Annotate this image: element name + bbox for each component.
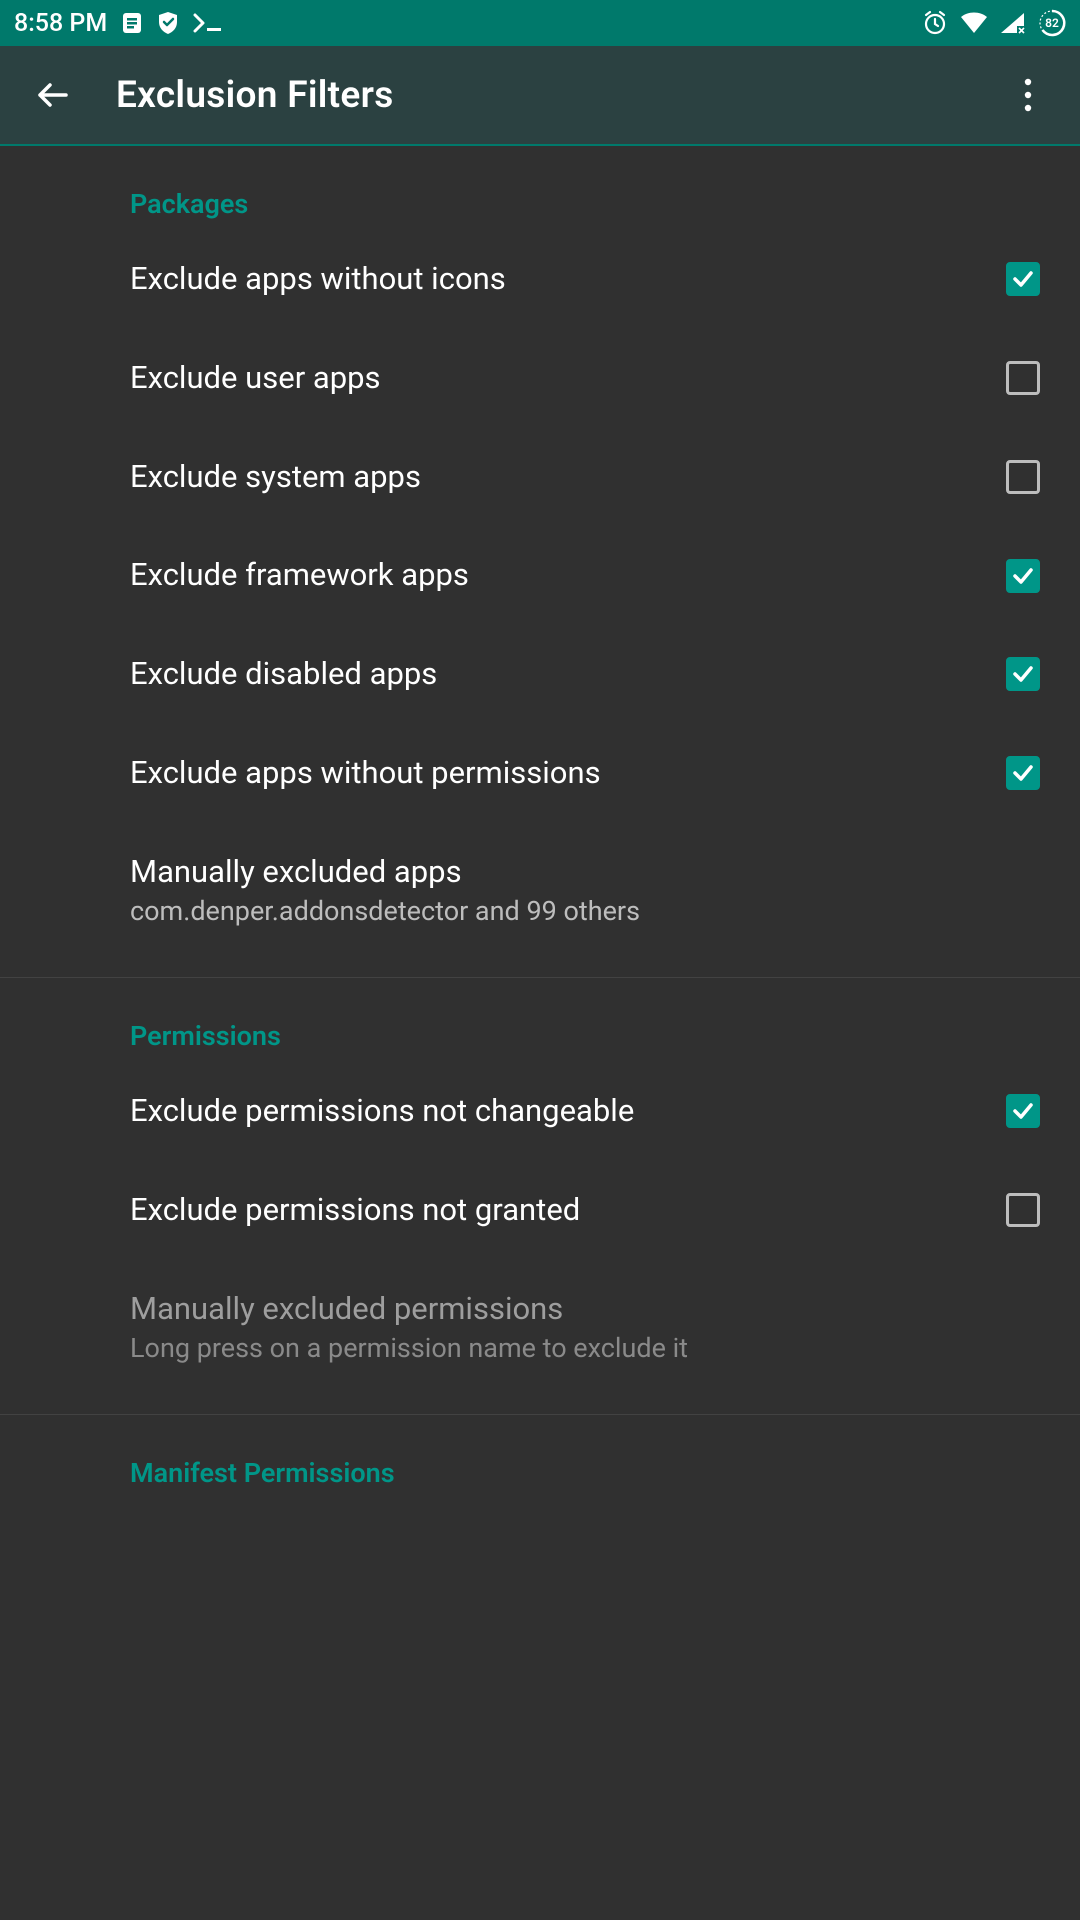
checkbox[interactable] bbox=[1006, 262, 1040, 296]
more-vert-icon bbox=[1024, 78, 1032, 112]
row-exclude-permissions-not-granted[interactable]: Exclude permissions not granted bbox=[0, 1161, 1080, 1260]
setting-label: Exclude apps without permissions bbox=[130, 754, 982, 793]
row-manually-excluded-apps[interactable]: Manually excluded apps com.denper.addons… bbox=[0, 823, 1080, 960]
row-exclude-apps-without-permissions[interactable]: Exclude apps without permissions bbox=[0, 724, 1080, 823]
overflow-menu-button[interactable] bbox=[992, 59, 1064, 131]
row-exclude-user-apps[interactable]: Exclude user apps bbox=[0, 329, 1080, 428]
section-header-permissions: Permissions bbox=[0, 978, 1080, 1062]
battery-indicator: 82 bbox=[1038, 9, 1066, 37]
notification-doc-icon bbox=[121, 11, 143, 35]
checkbox[interactable] bbox=[1006, 1094, 1040, 1128]
bottom-fade bbox=[0, 1840, 1080, 1920]
status-bar: 8:58 PM 82 bbox=[0, 0, 1080, 46]
row-exclude-apps-without-icons[interactable]: Exclude apps without icons bbox=[0, 230, 1080, 329]
settings-list: Packages Exclude apps without icons Excl… bbox=[0, 146, 1080, 1499]
setting-summary: Long press on a permission name to exclu… bbox=[130, 1332, 1016, 1366]
setting-label: Exclude permissions not changeable bbox=[130, 1092, 982, 1131]
setting-label: Exclude user apps bbox=[130, 359, 982, 398]
checkbox[interactable] bbox=[1006, 559, 1040, 593]
app-bar: Exclusion Filters bbox=[0, 46, 1080, 146]
battery-percent-text: 82 bbox=[1038, 9, 1066, 37]
notification-terminal-icon bbox=[193, 12, 223, 34]
alarm-icon bbox=[922, 10, 948, 36]
setting-label: Manually excluded apps bbox=[130, 853, 1016, 892]
checkbox[interactable] bbox=[1006, 657, 1040, 691]
row-exclude-system-apps[interactable]: Exclude system apps bbox=[0, 428, 1080, 527]
arrow-left-icon bbox=[32, 75, 72, 115]
checkbox[interactable] bbox=[1006, 756, 1040, 790]
checkbox[interactable] bbox=[1006, 1193, 1040, 1227]
cell-signal-icon bbox=[1000, 12, 1026, 34]
setting-label: Exclude disabled apps bbox=[130, 655, 982, 694]
setting-label: Manually excluded permissions bbox=[130, 1290, 1016, 1329]
page-title: Exclusion Filters bbox=[116, 74, 394, 117]
setting-label: Exclude framework apps bbox=[130, 556, 982, 595]
row-manually-excluded-permissions: Manually excluded permissions Long press… bbox=[0, 1260, 1080, 1397]
checkbox[interactable] bbox=[1006, 460, 1040, 494]
section-header-packages: Packages bbox=[0, 146, 1080, 230]
setting-label: Exclude permissions not granted bbox=[130, 1191, 982, 1230]
setting-label: Exclude apps without icons bbox=[130, 260, 982, 299]
back-button[interactable] bbox=[16, 59, 88, 131]
notification-shield-icon bbox=[157, 11, 179, 35]
row-exclude-framework-apps[interactable]: Exclude framework apps bbox=[0, 526, 1080, 625]
status-time: 8:58 PM bbox=[14, 9, 107, 38]
row-exclude-permissions-not-changeable[interactable]: Exclude permissions not changeable bbox=[0, 1062, 1080, 1161]
setting-label: Exclude system apps bbox=[130, 458, 982, 497]
setting-summary: com.denper.addonsdetector and 99 others bbox=[130, 895, 1016, 929]
wifi-icon bbox=[960, 12, 988, 34]
checkbox[interactable] bbox=[1006, 361, 1040, 395]
row-exclude-disabled-apps[interactable]: Exclude disabled apps bbox=[0, 625, 1080, 724]
section-header-manifest-permissions: Manifest Permissions bbox=[0, 1415, 1080, 1499]
